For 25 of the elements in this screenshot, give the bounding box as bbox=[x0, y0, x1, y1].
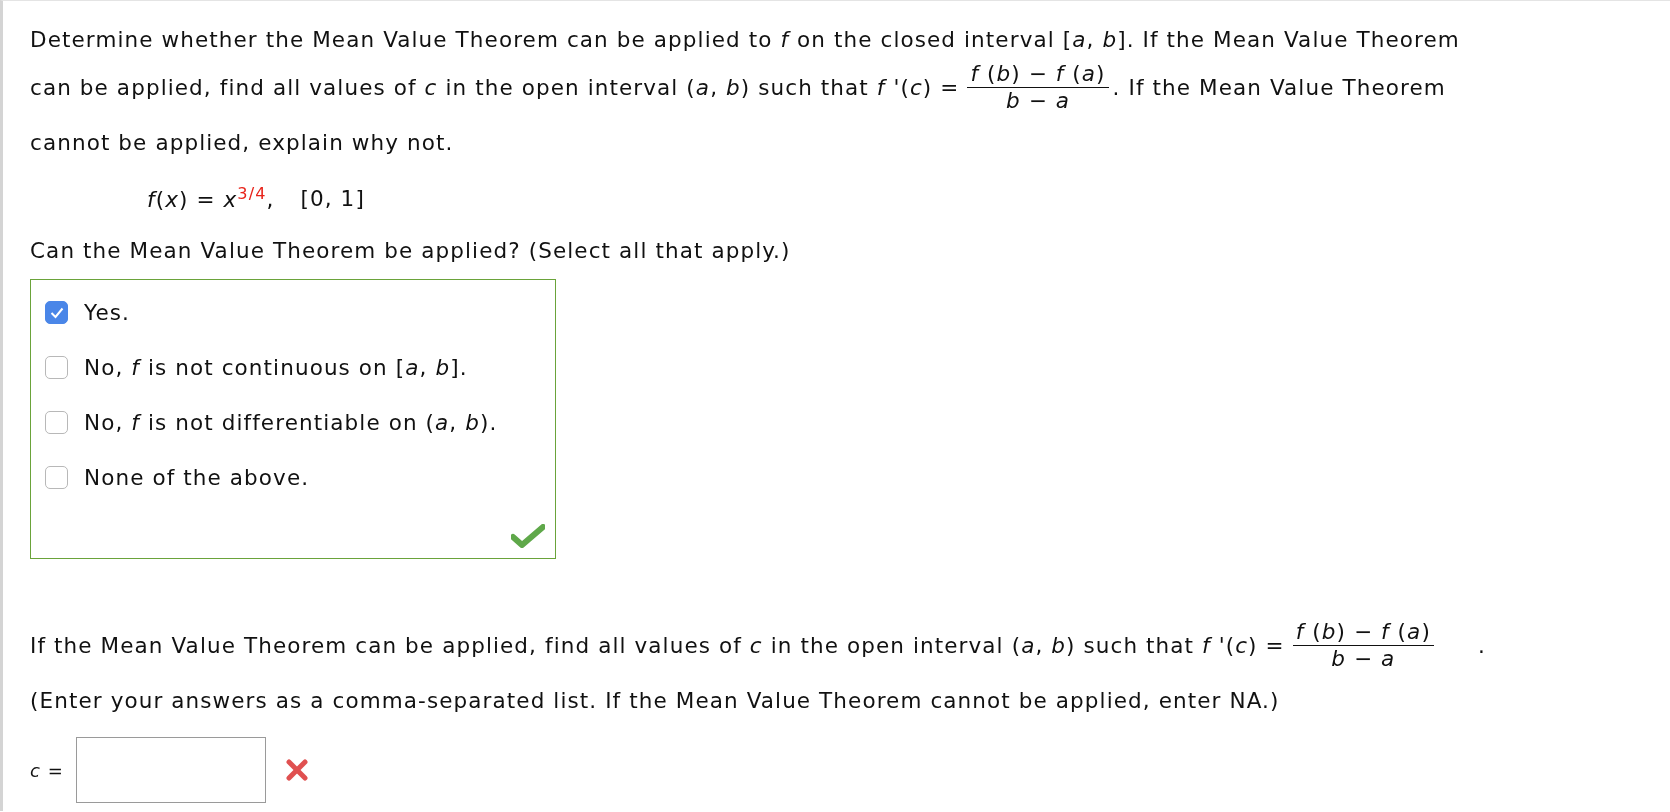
instructions-text: (Enter your answers as a comma-separated list. If the Mean Value Theorem cannot be applied, enter NA.) bbox=[30, 688, 1280, 713]
check-icon bbox=[511, 524, 545, 548]
answer-field[interactable] bbox=[76, 737, 266, 803]
question-text: Determine whether the Mean Value Theorem can be applied to f on the closed interval [a, b]. If the Mean Value Theorem bbox=[30, 26, 1460, 52]
question-text: cannot be applied, explain why not. bbox=[30, 129, 454, 155]
question-prompt: Can the Mean Value Theorem be applied? (Select all that apply.) bbox=[30, 238, 791, 263]
fraction: f (b) − f (a) b − a bbox=[967, 61, 1109, 113]
option-label[interactable]: None of the above. bbox=[84, 465, 310, 490]
checkbox[interactable] bbox=[45, 356, 68, 379]
option-label[interactable]: No, f is not continuous on [a, b]. bbox=[84, 355, 468, 380]
question-text: If the Mean Value Theorem can be applied, find all values of c in the open interval (a, b) such that f '(c) = bbox=[30, 632, 1285, 658]
fraction: f (b) − f (a) b − a bbox=[1292, 619, 1434, 671]
function-formula: f(x) = x$^{3/4}$, bbox=[147, 183, 275, 213]
option-label[interactable]: Yes. bbox=[84, 300, 130, 325]
checkmark-icon bbox=[49, 306, 64, 319]
cross-icon bbox=[286, 759, 308, 781]
checkbox[interactable] bbox=[45, 301, 68, 324]
question-text: can be applied, find all values of c in the open interval (a, b) such that f '(c) = bbox=[30, 74, 960, 100]
checkbox[interactable] bbox=[45, 466, 68, 489]
checkbox[interactable] bbox=[45, 411, 68, 434]
question-text: . If the Mean Value Theorem bbox=[1112, 74, 1446, 100]
answer-label: c = bbox=[30, 759, 64, 781]
option-label[interactable]: No, f is not differentiable on (a, b). bbox=[84, 410, 498, 435]
question-text: . bbox=[1477, 632, 1486, 658]
interval-text: [0, 1] bbox=[300, 185, 365, 211]
